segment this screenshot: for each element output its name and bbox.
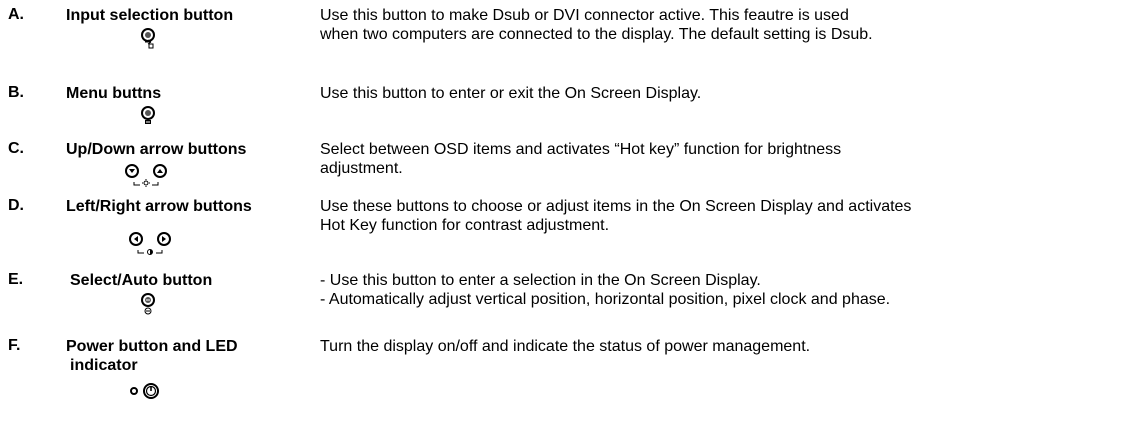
item-letter: E. xyxy=(8,271,24,288)
desc-line: Hot Key function for contrast adjustment… xyxy=(320,217,610,234)
item-description: Use this button to enter or exit the On … xyxy=(320,84,701,103)
menu-button-icon xyxy=(140,105,160,129)
item-description: Select between OSD items and activates “… xyxy=(320,140,841,178)
item-description: Use these buttons to choose or adjust it… xyxy=(320,197,911,235)
item-letter: F. xyxy=(8,337,21,354)
left-right-buttons-contrast-icon xyxy=(128,230,188,258)
item-letter: D. xyxy=(8,197,24,214)
item-name: Select/Auto button xyxy=(70,272,213,289)
item-description: - Use this button to enter a selection i… xyxy=(320,271,890,309)
desc-line: Use this button to make Dsub or DVI conn… xyxy=(320,7,849,24)
desc-line: Use this button to enter or exit the On … xyxy=(320,85,702,102)
desc-line: when two computers are connected to the … xyxy=(320,26,873,43)
power-button-led-icon xyxy=(129,382,163,402)
desc-line: adjustment. xyxy=(320,160,403,177)
item-name-line: Power button and LED xyxy=(66,338,238,355)
desc-line: - Use this button to enter a selection i… xyxy=(320,272,761,289)
desc-line: Turn the display on/off and indicate the… xyxy=(320,338,811,355)
desc-line: Select between OSD items and activates “… xyxy=(320,141,842,158)
item-name: Menu buttns xyxy=(66,85,162,102)
item-description: Turn the display on/off and indicate the… xyxy=(320,337,810,356)
item-name: Up/Down arrow buttons xyxy=(66,141,247,158)
item-letter: B. xyxy=(8,84,24,101)
desc-line: Use these buttons to choose or adjust it… xyxy=(320,198,912,215)
item-name: Power button and LED indicator xyxy=(66,337,238,375)
item-description: Use this button to make Dsub or DVI conn… xyxy=(320,6,873,44)
desc-line: - Automatically adjust vertical position… xyxy=(320,291,891,308)
item-name: Input selection button xyxy=(66,7,234,24)
input-select-button-icon xyxy=(140,27,160,51)
up-down-buttons-brightness-icon xyxy=(124,162,184,190)
item-name-line: indicator xyxy=(70,357,138,374)
item-name: Left/Right arrow buttons xyxy=(66,198,252,215)
item-letter: A. xyxy=(8,6,24,23)
select-auto-button-icon xyxy=(140,292,160,320)
item-letter: C. xyxy=(8,140,24,157)
